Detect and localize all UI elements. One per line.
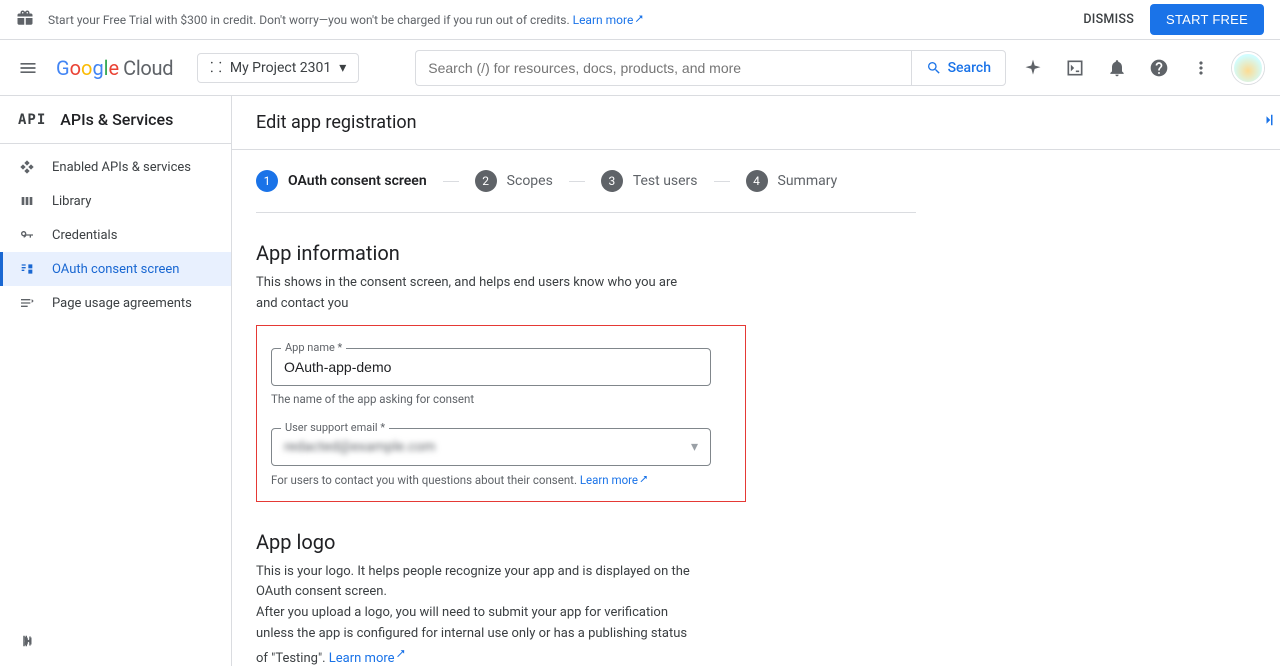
help-icon[interactable] (1148, 57, 1170, 79)
dropdown-icon: ▾ (339, 60, 346, 76)
notifications-icon[interactable] (1106, 57, 1128, 79)
gift-icon (16, 9, 34, 30)
diamond-icon (18, 159, 36, 175)
step-oauth-consent[interactable]: 1 OAuth consent screen (256, 170, 427, 192)
support-email-value: redacted@example.com (284, 439, 436, 455)
project-name: My Project 2301 (230, 60, 331, 76)
search-button[interactable]: Search (911, 50, 1006, 86)
sidebar-collapse-button[interactable] (0, 619, 231, 666)
support-email-label: User support email * (281, 421, 389, 434)
gemini-icon[interactable] (1022, 57, 1044, 79)
highlight-box: App name * The name of the app asking fo… (256, 325, 746, 502)
consent-icon (18, 261, 36, 277)
sidebar-title[interactable]: API APIs & Services (0, 96, 231, 144)
dismiss-button[interactable]: DISMISS (1083, 12, 1134, 27)
sidebar-item-label: Enabled APIs & services (52, 160, 191, 175)
sidebar-item-label: OAuth consent screen (52, 262, 179, 277)
app-logo-desc2: After you upload a logo, you will need t… (256, 603, 696, 666)
promo-learn-more-link[interactable]: Learn more⭧ (573, 13, 644, 27)
sidebar-item-credentials[interactable]: Credentials (0, 218, 231, 252)
sidebar-item-label: Library (52, 194, 91, 209)
app-header: Google Cloud ⸬ My Project 2301 ▾ Search (0, 40, 1280, 96)
sidebar-heading: APIs & Services (60, 110, 173, 129)
agreements-icon (18, 295, 36, 311)
more-icon[interactable] (1190, 57, 1212, 79)
google-cloud-logo[interactable]: Google Cloud (56, 56, 173, 80)
step-scopes[interactable]: 2 Scopes (475, 170, 553, 192)
sidebar: API APIs & Services Enabled APIs & servi… (0, 96, 232, 666)
support-learn-more-link[interactable]: Learn more⭧ (580, 473, 648, 487)
stepper: 1 OAuth consent screen 2 Scopes 3 Test u… (256, 150, 916, 213)
api-badge-icon: API (18, 112, 46, 128)
step-separator (569, 181, 585, 182)
step-separator (714, 181, 730, 182)
sidebar-item-label: Page usage agreements (52, 296, 192, 311)
account-avatar[interactable] (1232, 52, 1264, 84)
app-info-heading: App information (256, 241, 1256, 265)
key-icon (18, 227, 36, 243)
app-name-helper: The name of the app asking for consent (271, 392, 731, 406)
app-logo-heading: App logo (256, 530, 1256, 554)
support-email-helper: For users to contact you with questions … (271, 472, 731, 487)
app-name-label: App name * (281, 341, 346, 354)
app-info-desc: This shows in the consent screen, and he… (256, 273, 696, 315)
project-dots-icon: ⸬ (210, 61, 222, 75)
project-selector[interactable]: ⸬ My Project 2301 ▾ (197, 53, 359, 83)
page-title: Edit app registration (232, 96, 1280, 150)
library-icon (18, 193, 36, 209)
free-trial-banner: Start your Free Trial with $300 in credi… (0, 0, 1280, 40)
sidebar-item-library[interactable]: Library (0, 184, 231, 218)
sidebar-item-label: Credentials (52, 228, 117, 243)
hide-panel-button[interactable] (1256, 108, 1280, 132)
app-logo-desc1: This is your logo. It helps people recog… (256, 562, 696, 604)
sidebar-item-enabled-apis[interactable]: Enabled APIs & services (0, 150, 231, 184)
sidebar-item-oauth-consent[interactable]: OAuth consent screen (0, 252, 231, 286)
step-separator (443, 181, 459, 182)
nav-menu-button[interactable] (16, 56, 40, 80)
sidebar-item-page-usage[interactable]: Page usage agreements (0, 286, 231, 320)
dropdown-icon: ▾ (691, 439, 698, 455)
cloud-shell-icon[interactable] (1064, 57, 1086, 79)
search-input[interactable] (415, 50, 910, 86)
step-test-users[interactable]: 3 Test users (601, 170, 698, 192)
logo-learn-more-link[interactable]: Learn more⭧ (329, 651, 405, 666)
promo-text: Start your Free Trial with $300 in credi… (48, 12, 643, 27)
step-summary[interactable]: 4 Summary (746, 170, 838, 192)
start-free-button[interactable]: START FREE (1150, 4, 1264, 35)
